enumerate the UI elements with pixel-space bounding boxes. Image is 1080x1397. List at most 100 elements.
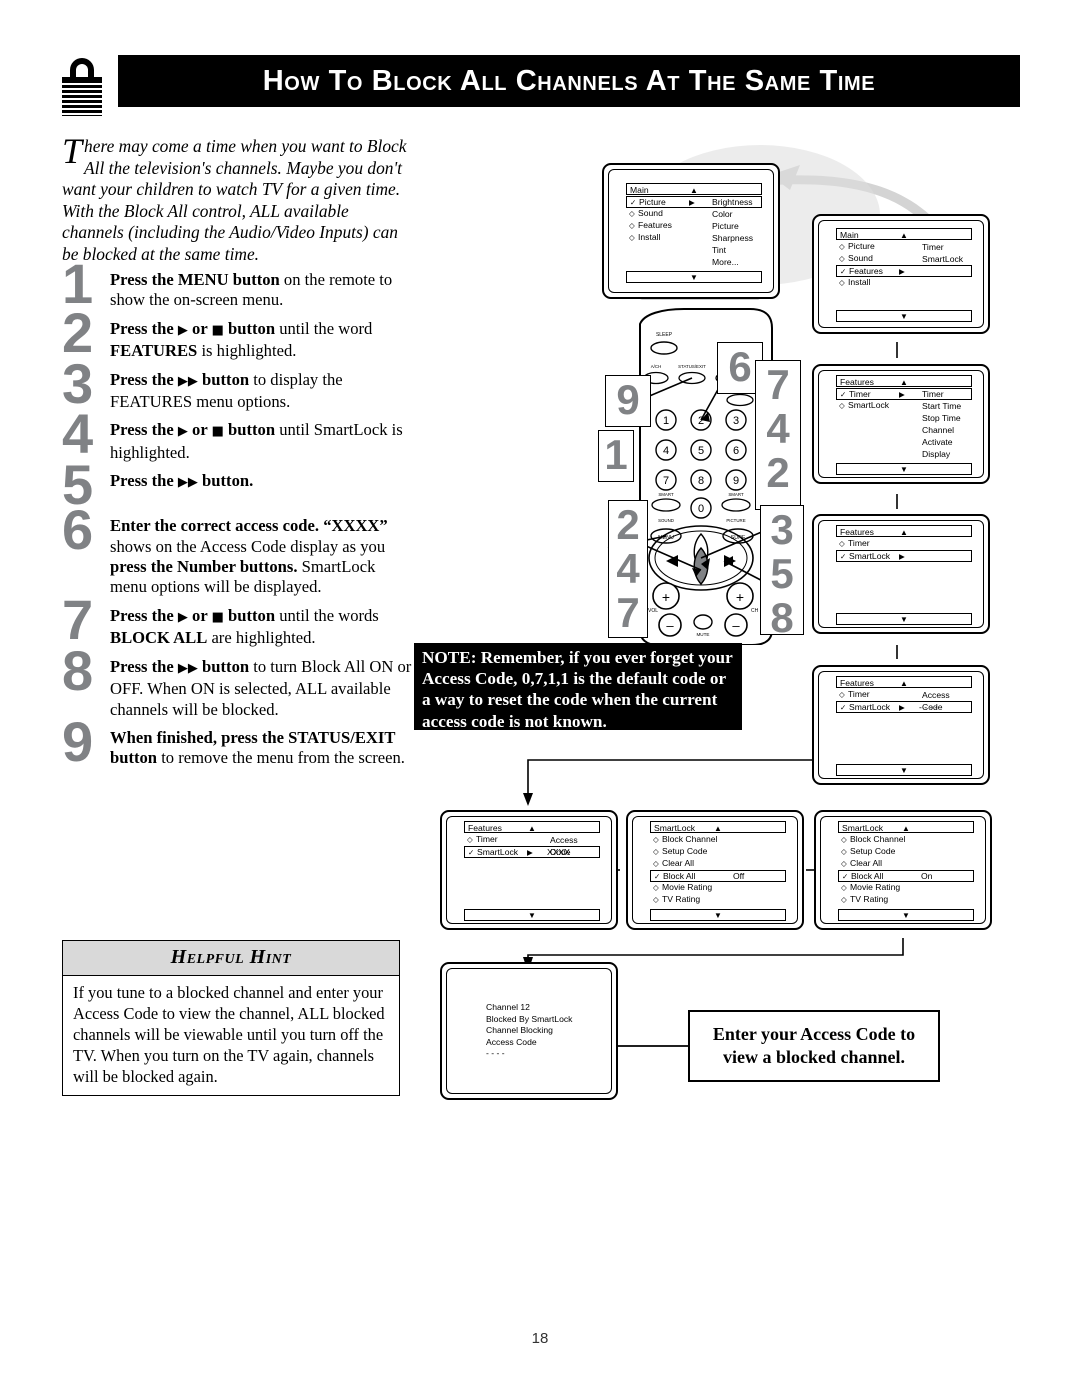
osd-submenu-item[interactable]: Access Code: [550, 835, 600, 857]
scroll-up-icon[interactable]: ▲: [900, 230, 908, 242]
osd-submenu-item[interactable]: Activate: [922, 437, 961, 449]
osd-row-bullet: ✓: [840, 390, 847, 399]
osd-submenu-column: Brightness Color Picture Sharpness Tint More.…: [712, 197, 753, 269]
scroll-down-icon[interactable]: ▼: [838, 909, 974, 921]
osd-row-value: Off: [733, 871, 745, 881]
osd-row-bullet: ◇: [653, 847, 659, 856]
scroll-up-icon[interactable]: ▲: [690, 185, 698, 197]
osd-submenu-item[interactable]: More...: [712, 257, 753, 269]
osd-submenu-item[interactable]: Access Code: [922, 690, 972, 712]
svg-text:VOL: VOL: [648, 608, 658, 614]
osd-row-bullet: ◇: [653, 835, 659, 844]
osd-row[interactable]: ✓ Block All Off: [650, 870, 786, 882]
osd-header: SmartLock ▲: [838, 821, 974, 833]
osd-header-label: Features: [840, 677, 874, 688]
svg-text:SMART: SMART: [728, 492, 744, 497]
osd-row[interactable]: ✓ Features ▶: [836, 265, 972, 277]
osd-row[interactable]: ✓ Block All On: [838, 870, 974, 882]
osd-submenu-item[interactable]: Brightness: [712, 197, 753, 209]
scroll-down-icon[interactable]: ▼: [836, 764, 972, 776]
osd-submenu-item[interactable]: Timer: [922, 389, 961, 401]
osd-row-label: Clear All: [662, 858, 694, 868]
scroll-down-icon[interactable]: ▼: [650, 909, 786, 921]
osd-header-label: Main: [840, 229, 859, 240]
osd-line: - - - -: [486, 1048, 505, 1058]
osd-submenu-item[interactable]: Tint: [712, 245, 753, 257]
access-code-callout: Enter your Access Code to view a blocked…: [688, 1010, 940, 1082]
osd-submenu-column: Timer SmartLock: [922, 242, 963, 266]
osd-row-bullet: ✓: [630, 198, 637, 207]
osd-submenu-item[interactable]: Color: [712, 209, 753, 221]
svg-text:STATUS/EXIT: STATUS/EXIT: [678, 364, 706, 369]
scroll-down-icon[interactable]: ▼: [836, 463, 972, 475]
osd-submenu-column: Access Code: [550, 835, 600, 857]
osd-submenu-item[interactable]: Timer: [922, 242, 963, 254]
osd-blocked-message: Channel 12 Blocked By SmartLock Channel Bl…: [486, 1002, 616, 1060]
osd-row-bullet: ◇: [839, 242, 845, 251]
tv-screen-blocked-message: Channel 12 Blocked By SmartLock Channel Bl…: [440, 962, 618, 1100]
scroll-up-icon[interactable]: ▲: [900, 527, 908, 539]
osd-row[interactable]: ◇ Movie Rating: [838, 882, 974, 894]
osd-row-label: Features: [638, 220, 672, 230]
osd-row-bullet: ◇: [629, 209, 635, 218]
osd-row-bullet: ✓: [840, 267, 847, 276]
scroll-up-icon[interactable]: ▲: [528, 823, 536, 835]
scroll-up-icon[interactable]: ▲: [900, 377, 908, 389]
osd-row-bullet: ◇: [839, 539, 845, 548]
osd-row[interactable]: ◇ Movie Rating: [650, 882, 786, 894]
scroll-down-icon[interactable]: ▼: [464, 909, 600, 921]
osd-row-bullet: ◇: [839, 278, 845, 287]
osd-row-label: SmartLock: [849, 551, 891, 561]
osd-row-bullet: ◇: [653, 859, 659, 868]
callout-358: 358: [760, 505, 804, 640]
scroll-up-icon[interactable]: ▲: [900, 678, 908, 690]
osd-submenu-item[interactable]: Picture: [712, 221, 753, 233]
osd-row-bullet: ◇: [839, 401, 845, 410]
svg-text:1: 1: [663, 415, 669, 427]
osd-row[interactable]: ◇ Clear All: [650, 858, 786, 870]
osd-header: Main ▲: [626, 183, 762, 195]
osd-row[interactable]: ◇ Install: [836, 277, 972, 289]
scroll-down-icon[interactable]: ▼: [836, 310, 972, 322]
svg-text:–: –: [732, 618, 740, 633]
osd-submenu-item[interactable]: Stop Time: [922, 413, 961, 425]
osd-row[interactable]: ◇ Setup Code: [838, 846, 974, 858]
osd-submenu-item[interactable]: Start Time: [922, 401, 961, 413]
osd-menu-5: Features ▲ ◇ Timer ✓ SmartLock ▶ - - - - Access …: [836, 676, 972, 776]
osd-row[interactable]: ◇ Timer: [836, 538, 972, 550]
osd-row[interactable]: ✓ SmartLock ▶ - - - -: [836, 701, 972, 713]
manual-page: How to Block All Channels at the Same Ti…: [0, 0, 1080, 1397]
osd-row[interactable]: ✓ SmartLock ▶ XXXX: [464, 846, 600, 858]
osd-row-label: Clear All: [850, 858, 882, 868]
osd-row-bullet: ◇: [839, 690, 845, 699]
osd-row[interactable]: ◇ Setup Code: [650, 846, 786, 858]
osd-row[interactable]: ◇ Block Channel: [650, 834, 786, 846]
svg-text:SLEEP: SLEEP: [656, 332, 673, 338]
osd-row[interactable]: ◇ TV Rating: [838, 894, 974, 906]
osd-row-label: Install: [848, 277, 871, 287]
scroll-up-icon[interactable]: ▲: [902, 823, 910, 835]
osd-row[interactable]: ◇ Block Channel: [838, 834, 974, 846]
scroll-down-icon[interactable]: ▼: [836, 613, 972, 625]
osd-row[interactable]: ◇ Clear All: [838, 858, 974, 870]
tv-screen-access-code-empty: Features ▲ ◇ Timer ✓ SmartLock ▶ - - - - Access …: [812, 665, 990, 785]
osd-row-label: SmartLock: [848, 400, 890, 410]
osd-rows: ◇ Timer ✓ SmartLock ▶: [836, 538, 972, 562]
osd-header: Features ▲: [836, 375, 972, 387]
osd-row-label: Movie Rating: [662, 882, 713, 892]
scroll-down-icon[interactable]: ▼: [626, 271, 762, 283]
svg-text:0: 0: [698, 503, 704, 515]
osd-row-bullet: ✓: [840, 552, 847, 561]
svg-text:–: –: [666, 618, 674, 633]
scroll-up-icon[interactable]: ▲: [714, 823, 722, 835]
osd-row[interactable]: ✓ SmartLock ▶: [836, 550, 972, 562]
osd-row[interactable]: ◇ TV Rating: [650, 894, 786, 906]
osd-submenu-item[interactable]: Sharpness: [712, 233, 753, 245]
osd-submenu-item[interactable]: SmartLock: [922, 254, 963, 266]
illustration-area: Main ▲ ✓ Picture ▶ ◇ Sound ◇ Features ◇ Install Bri…: [0, 0, 1080, 1397]
osd-header: Main ▲: [836, 228, 972, 240]
osd-submenu-item[interactable]: Channel: [922, 425, 961, 437]
osd-row-label: Block All: [663, 871, 696, 881]
osd-row-label: TV Rating: [850, 894, 889, 904]
osd-submenu-item[interactable]: Display: [922, 449, 961, 461]
